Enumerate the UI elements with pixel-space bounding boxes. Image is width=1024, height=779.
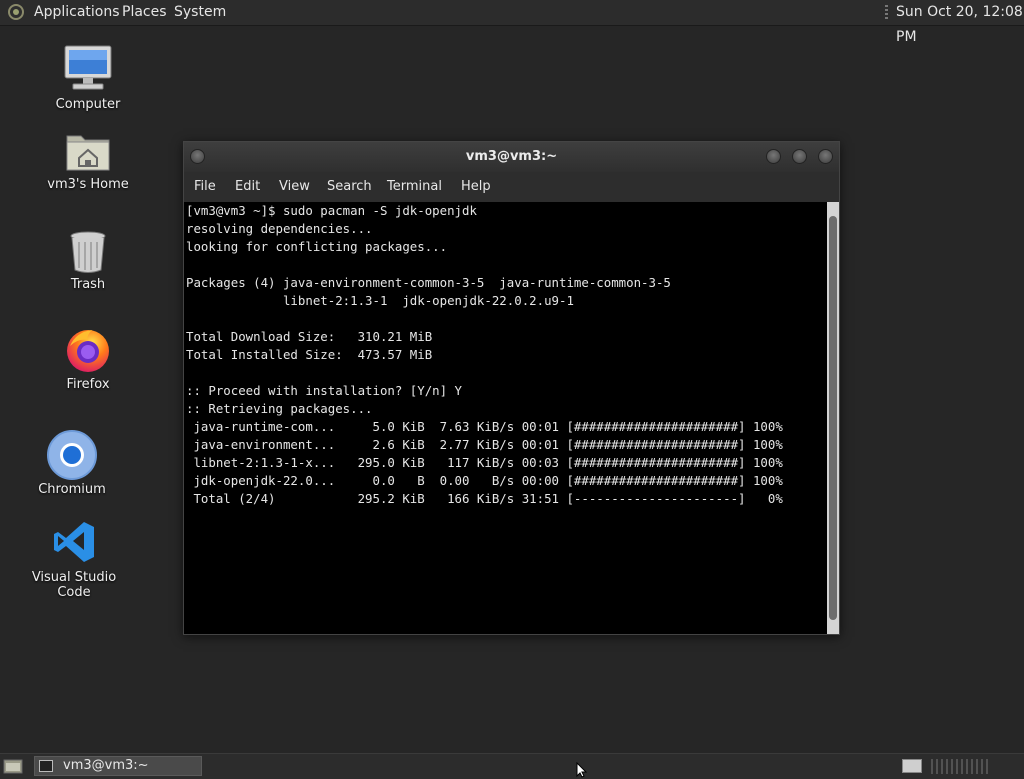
terminal-output[interactable]: [vm3@vm3 ~]$ sudo pacman -S jdk-openjdk r… [184,202,827,634]
home-folder-icon [66,135,110,171]
computer-icon [64,45,112,90]
terminal-line: Packages (4) java-environment-common-3-5… [186,275,671,290]
desktop-icon-label: vm3's Home [47,177,129,192]
menu-places[interactable]: Places [122,0,167,25]
desktop-icon-home[interactable]: vm3's Home [28,128,148,198]
menu-search[interactable]: Search [327,172,372,202]
terminal-line: :: Proceed with installation? [Y/n] Y [186,383,463,398]
terminal-line: libnet-2:1.3-1-x... 295.0 KiB 117 KiB/s … [186,455,783,470]
desktop-icon-label: Firefox [66,377,110,392]
terminal-icon [39,760,53,772]
terminal-line: Total Installed Size: 473.57 MiB [186,347,433,362]
desktop-icon-chromium[interactable]: Chromium [12,430,132,500]
close-button[interactable] [818,149,833,164]
terminal-line: :: Retrieving packages... [186,401,373,416]
terminal-text: [vm3@vm3 ~]$ sudo pacman -S jdk-openjdk r… [184,202,827,508]
terminal-line: jdk-openjdk-22.0... 0.0 B 0.00 B/s 00:00… [186,473,783,488]
top-panel: Applications Places System Sun Oct 20, 1… [0,0,1024,45]
mouse-cursor-icon [576,762,588,778]
terminal-line: Total (2/4) 295.2 KiB 166 KiB/s 31:51 [-… [186,491,783,506]
terminal-line: libnet-2:1.3-1 jdk-openjdk-22.0.2.u9-1 [186,293,574,308]
desktop-icon-computer[interactable]: Computer [28,44,148,118]
desktop-icon-label: Chromium [38,482,106,497]
taskbar-item-terminal[interactable]: vm3@vm3:~ [34,756,202,776]
chromium-icon [47,430,97,480]
menu-help[interactable]: Help [461,172,491,202]
terminal-window[interactable]: vm3@vm3:~ File Edit View Search Terminal… [183,141,840,635]
desktop-icon-label: Computer [55,97,121,112]
applications-menu-icon[interactable] [8,4,24,20]
firefox-icon [67,330,109,372]
menu-file[interactable]: File [194,172,216,202]
menu-view[interactable]: View [279,172,310,202]
window-titlebar[interactable]: vm3@vm3:~ [184,142,839,172]
show-desktop-icon[interactable] [3,758,23,774]
maximize-button[interactable] [792,149,807,164]
menu-terminal[interactable]: Terminal [387,172,442,202]
scrollbar-thumb[interactable] [829,216,837,620]
terminal-line: java-runtime-com... 5.0 KiB 7.63 KiB/s 0… [186,419,783,434]
vscode-icon [54,522,94,562]
terminal-line: looking for conflicting packages... [186,239,448,254]
bottom-panel: vm3@vm3:~ [0,753,1024,779]
terminal-line: resolving dependencies... [186,221,373,236]
desktop-icon-label: Visual Studio Code [31,570,117,600]
menu-system[interactable]: System [174,0,226,25]
panel-separator [885,5,888,20]
terminal-scrollbar[interactable] [827,202,839,634]
terminal-line: Total Download Size: 310.21 MiB [186,329,433,344]
terminal-line: [vm3@vm3 ~]$ sudo pacman -S jdk-openjdk [186,203,477,218]
taskbar-item-label: vm3@vm3:~ [63,758,149,773]
terminal-line: java-environment... 2.6 KiB 2.77 KiB/s 0… [186,437,783,452]
terminal-menubar: File Edit View Search Terminal Help [184,172,839,202]
menu-applications[interactable]: Applications [34,0,120,25]
trash-icon [70,231,106,273]
clock[interactable]: Sun Oct 20, 12:08 PM [896,0,1024,45]
window-title: vm3@vm3:~ [465,149,558,164]
desktop-icon-trash[interactable]: Trash [28,228,148,298]
menu-edit[interactable]: Edit [235,172,260,202]
minimize-button[interactable] [766,149,781,164]
desktop-icon-label: Trash [70,277,106,292]
desktop-icon-vscode[interactable]: Visual Studio Code [14,520,134,600]
panel-separator [931,759,991,774]
workspace-switcher[interactable] [902,759,922,773]
desktop-icon-firefox[interactable]: Firefox [28,326,148,396]
